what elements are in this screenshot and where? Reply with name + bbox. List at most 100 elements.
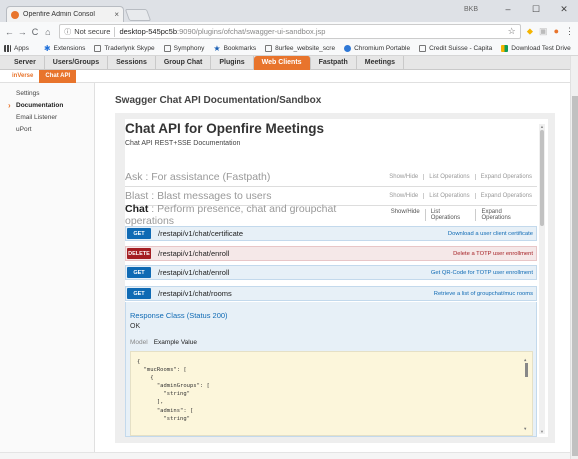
list-operations-link[interactable]: List Operations [423,193,474,199]
info-icon[interactable]: ⓘ [64,27,71,37]
nav-group-chat[interactable]: Group Chat [156,55,212,70]
bookmark-extensions[interactable]: ✱ Extensions [38,44,86,52]
status-bar [0,452,570,459]
profile-name[interactable]: BKB [464,6,478,13]
operation-summary[interactable]: Retrieve a list of groupchat/muc rooms [434,291,533,297]
home-icon[interactable]: ⌂ [42,27,53,37]
browser-tab[interactable]: Openfire Admin Consol × [6,6,124,22]
section-blast[interactable]: Blast : Blast messages to users Show/Hid… [125,188,537,204]
bookmark-traderlynk[interactable]: Traderlynk Skype [94,44,155,52]
code-line: { [137,375,154,382]
bookmark-credit-suisse[interactable]: Credit Suisse - Capita [419,44,492,52]
nav-plugins[interactable]: Plugins [211,55,254,70]
section-ask[interactable]: Ask : For assistance (Fastpath) Show/Hid… [125,169,537,185]
code-line: "admins": [ [137,407,194,414]
expand-operations-link[interactable]: Expand Operations [475,209,537,221]
maximize-icon[interactable]: ☐ [522,4,550,15]
page-scrollbar[interactable] [570,56,578,459]
operation-summary[interactable]: Get QR-Code for TOTP user enrollment [431,270,533,276]
browser-tab-strip: Openfire Admin Consol × BKB – ☐ ✕ [0,0,578,22]
sidebar-item-documentation[interactable]: Documentation [0,100,94,112]
model-tab[interactable]: Model [130,339,148,346]
swagger-scroll-thumb[interactable] [540,130,544,226]
forward-icon[interactable]: → [17,27,28,37]
scroll-down-icon[interactable]: ▼ [539,429,545,434]
section-title[interactable]: Ask : For assistance (Fastpath) [125,171,270,183]
tab-close-icon[interactable]: × [114,10,119,19]
operation-path[interactable]: /restapi/v1/chat/enroll [158,268,229,277]
list-operations-link[interactable]: List Operations [424,209,476,221]
section-ops: Show/Hide List Operations Expand Operation… [384,193,537,199]
code-line: ], [137,399,164,406]
sidebar-item-email-listener[interactable]: Email Listener [0,112,94,124]
operation-get-rooms[interactable]: GET /restapi/v1/chat/rooms Retrieve a li… [125,286,537,301]
nav-web-clients[interactable]: Web Clients [253,55,311,70]
bookmark-apps[interactable]: Apps [4,44,29,52]
bookmark-star-icon[interactable]: ☆ [508,26,516,37]
reload-icon[interactable]: C [30,27,41,37]
section-name: Ask [125,171,143,183]
show-hide-link[interactable]: Show/Hide [384,174,423,180]
subnav-chat-api[interactable]: Chat API [39,69,77,83]
nav-fastpath[interactable]: Fastpath [311,55,357,70]
code-line: "string" [137,391,190,398]
nav-meetings[interactable]: Meetings [357,55,405,70]
extension-lock-icon[interactable]: ⬥ [527,26,533,37]
expand-operations-link[interactable]: Expand Operations [474,193,537,199]
bookmark-8urfee[interactable]: 8urfee_website_scre [265,44,335,52]
tab-title: Openfire Admin Consol [23,11,95,18]
section-chat[interactable]: Chat : Perform presence, chat and groupc… [125,203,537,227]
section-divider [125,186,537,187]
minimize-icon[interactable]: – [494,4,522,14]
expand-operations-link[interactable]: Expand Operations [474,174,537,180]
model-tabs: Model Example Value [130,339,197,346]
example-json-code[interactable]: { "mucRooms": [ { "adminGroups": [ "stri… [130,351,533,436]
operation-delete-enroll[interactable]: DELETE /restapi/v1/chat/enroll Delete a … [125,246,537,261]
page-icon [163,44,171,52]
scroll-down-icon[interactable]: ▼ [524,425,526,433]
sidebar-item-settings[interactable]: Settings [0,88,94,100]
operation-get-certificate[interactable]: GET /restapi/v1/chat/certificate Downloa… [125,226,537,241]
extension-gray-icon[interactable]: ▣ [539,26,548,37]
section-title[interactable]: Chat : Perform presence, chat and groupc… [125,203,386,227]
url-input[interactable]: ⓘ Not secure desktop-545pc5b :9090/plugi… [59,24,521,39]
page-icon [419,44,427,52]
operation-path[interactable]: /restapi/v1/chat/enroll [158,249,229,258]
bookmark-symphony[interactable]: Symphony [163,44,204,52]
swagger-scrollbar[interactable]: ▲ ▼ [539,124,545,434]
operation-path[interactable]: /restapi/v1/chat/rooms [158,289,232,298]
show-hide-link[interactable]: Show/Hide [384,193,423,199]
bookmark-bookmarks[interactable]: ★ Bookmarks [213,44,256,52]
http-method-badge: GET [127,267,151,278]
nav-users-groups[interactable]: Users/Groups [45,55,109,70]
close-window-icon[interactable]: ✕ [550,4,578,15]
apps-icon [4,44,11,52]
show-hide-link[interactable]: Show/Hide [386,209,425,221]
new-tab-button[interactable] [124,9,152,21]
code-scrollbar[interactable]: ▲ ▼ [524,356,529,433]
page-scroll-thumb[interactable] [572,96,578,456]
api-title: Chat API for Openfire Meetings [125,121,325,136]
operation-summary[interactable]: Delete a TOTP user enrollment [453,251,533,257]
list-operations-link[interactable]: List Operations [423,174,474,180]
code-line: "adminGroups": [ [137,383,210,390]
back-icon[interactable]: ← [4,27,15,37]
sidebar-item-uport[interactable]: uPort [0,124,94,136]
menu-icon[interactable]: ⋮ [565,26,574,37]
operation-path[interactable]: /restapi/v1/chat/certificate [158,229,243,238]
bookmark-download-test[interactable]: Download Test Drive [501,44,571,52]
operation-get-enroll[interactable]: GET /restapi/v1/chat/enroll Get QR-Code … [125,265,537,280]
bookmark-label: Download Test Drive [511,44,571,52]
section-title[interactable]: Blast : Blast messages to users [125,190,271,202]
nav-sessions[interactable]: Sessions [108,55,156,70]
operation-summary[interactable]: Download a user client certificate [448,231,533,237]
example-value-tab[interactable]: Example Value [154,339,197,346]
bookmark-chromium[interactable]: Chromium Portable [344,44,410,52]
extension-orange-icon[interactable]: ● [554,26,559,37]
code-scroll-thumb[interactable] [525,363,528,377]
code-line: "string" [137,415,190,422]
subnav-inverse[interactable]: inVerse [6,70,39,83]
scroll-up-icon[interactable]: ▲ [539,124,545,129]
nav-server[interactable]: Server [6,55,45,70]
address-bar: ← → C ⌂ ⓘ Not secure desktop-545pc5b :90… [0,22,578,41]
